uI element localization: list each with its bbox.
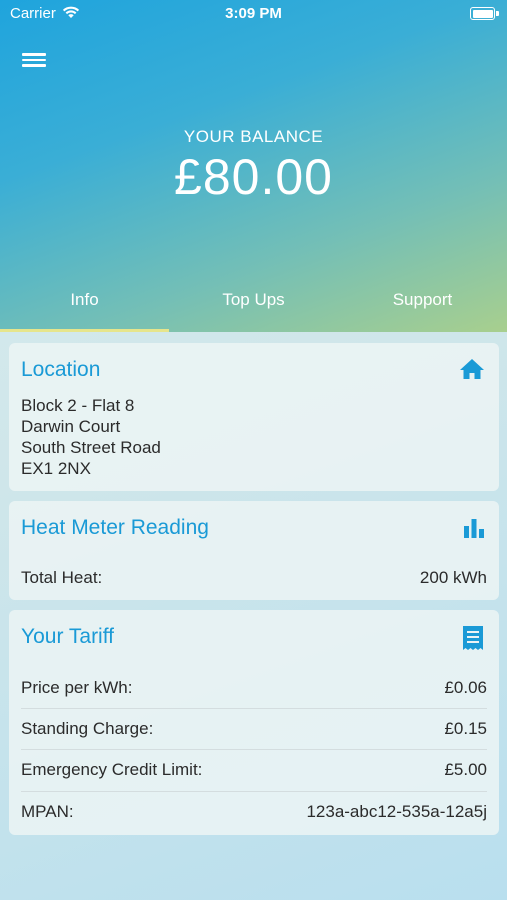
balance-value: £80.00 bbox=[174, 149, 333, 205]
tariff-row-label: Emergency Credit Limit: bbox=[21, 760, 203, 779]
tariff-row-emergency: Emergency Credit Limit: £5.00 bbox=[21, 749, 487, 790]
total-heat-row: Total Heat: 200 kWh bbox=[21, 557, 487, 598]
tariff-row-value: 123a-abc12-535a-12a5j bbox=[306, 802, 487, 821]
total-heat-value: 200 kWh bbox=[419, 567, 487, 587]
heat-meter-card: Heat Meter Reading Total Heat: 200 kWh bbox=[9, 501, 499, 600]
balance-label: YOUR BALANCE bbox=[183, 127, 324, 146]
status-bar: Carrier 3:09 PM bbox=[0, 0, 507, 28]
address-line: Block 2 - Flat 8 bbox=[21, 396, 135, 415]
home-icon bbox=[459, 357, 485, 386]
receipt-icon bbox=[461, 625, 485, 656]
header: Carrier 3:09 PM YOUR BALANCE £80.00 Info… bbox=[0, 0, 507, 332]
heat-meter-title: Heat Meter Reading bbox=[21, 516, 209, 539]
tariff-row-label: Standing Charge: bbox=[21, 719, 154, 738]
address-line: South Street Road bbox=[21, 438, 161, 457]
tab-bar: Info Top Ups Support bbox=[0, 282, 507, 332]
tariff-row-value: £0.06 bbox=[444, 677, 487, 697]
tab-info[interactable]: Info bbox=[0, 282, 169, 332]
tariff-row-label: MPAN: bbox=[21, 802, 74, 821]
tariff-row-price: Price per kWh: £0.06 bbox=[21, 667, 487, 708]
battery-tip bbox=[496, 11, 499, 16]
tariff-row-value: £0.15 bbox=[444, 719, 487, 738]
tariff-card: Your Tariff Price per kWh: £0.06 Standin… bbox=[9, 610, 499, 835]
tariff-row-standing: Standing Charge: £0.15 bbox=[21, 708, 487, 749]
tariff-title: Your Tariff bbox=[21, 625, 115, 648]
bar-chart-icon bbox=[463, 517, 485, 544]
clock: 3:09 PM bbox=[225, 5, 282, 22]
tariff-row-label: Price per kWh: bbox=[21, 677, 133, 697]
hamburger-menu-icon[interactable] bbox=[22, 50, 48, 70]
location-title: Location bbox=[21, 358, 101, 381]
location-card: Location Block 2 - Flat 8 Darwin Court S… bbox=[9, 343, 499, 491]
tariff-row-mpan: MPAN: 123a-abc12-535a-12a5j bbox=[21, 791, 487, 832]
tariff-row-value: £5.00 bbox=[444, 760, 487, 779]
address-line: EX1 2NX bbox=[21, 459, 91, 478]
total-heat-label: Total Heat: bbox=[21, 567, 103, 587]
address-line: Darwin Court bbox=[21, 417, 121, 436]
tab-support[interactable]: Support bbox=[338, 282, 507, 332]
battery-icon bbox=[470, 7, 495, 20]
tab-top-ups[interactable]: Top Ups bbox=[169, 282, 338, 332]
